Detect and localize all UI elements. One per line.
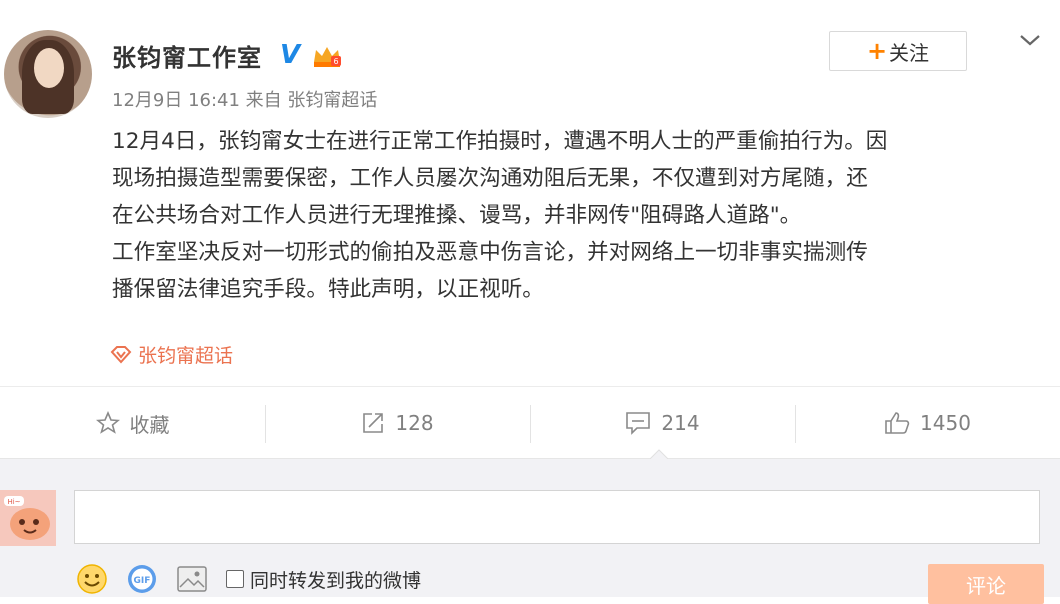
verified-icon: V: [280, 40, 301, 70]
forward-to-weibo-checkbox[interactable]: 同时转发到我的微博: [226, 566, 421, 593]
supertopic-icon: [110, 345, 132, 363]
plus-icon: +: [866, 37, 888, 65]
content-line: 现场拍摄造型需要保密，工作人员屡次沟通劝阻后无果，不仅遭到对方尾随，还: [112, 166, 868, 191]
emoji-icon[interactable]: [76, 563, 108, 595]
comment-input[interactable]: [74, 490, 1040, 544]
topic-link[interactable]: 张钧甯超话: [110, 341, 233, 368]
action-bar: 收藏 128 214 1450: [0, 387, 1060, 459]
author-name[interactable]: 张钧甯工作室: [112, 38, 262, 73]
thumbs-up-icon: [885, 412, 910, 434]
vip-crown-icon: 6: [314, 47, 341, 67]
favorite-label: 收藏: [129, 412, 170, 437]
submit-comment-button[interactable]: 评论: [928, 564, 1044, 604]
forward-checkbox-label: 同时转发到我的微博: [250, 569, 422, 592]
star-icon: [95, 411, 120, 434]
forward-count: 128: [395, 411, 434, 435]
svg-text:GIF: GIF: [134, 576, 151, 586]
like-button[interactable]: 1450: [795, 387, 1060, 459]
checkbox-box[interactable]: [226, 570, 244, 588]
content-line: 12月4日，张钧甯女士在进行正常工作拍摄时，遭遇不明人士的严重偷拍行为。因: [112, 129, 888, 154]
composer-tools: GIF 同时转发到我的微博: [76, 563, 421, 595]
forward-button[interactable]: 128: [265, 387, 530, 459]
like-count: 1450: [920, 411, 971, 435]
svg-text:6: 6: [333, 57, 338, 66]
content-line: 工作室坚决反对一切形式的偷拍及恶意中伤言论，并对网络上一切非事实揣测传: [112, 240, 868, 265]
image-icon[interactable]: [176, 565, 208, 593]
follow-button[interactable]: + 关注: [829, 31, 967, 71]
my-avatar[interactable]: Hi~: [0, 490, 56, 546]
chevron-down-icon[interactable]: [1018, 30, 1042, 50]
share-icon: [363, 413, 384, 433]
caret-pointer: [650, 449, 668, 459]
post-content: 12月4日，张钧甯女士在进行正常工作拍摄时，遭遇不明人士的严重偷拍行为。因 现场…: [112, 123, 1052, 308]
post-meta: 12月9日 16:41 来自 张钧甯超话: [112, 90, 378, 111]
content-line: 播保留法律追究手段。特此声明，以正视听。: [112, 277, 544, 302]
favorite-button[interactable]: 收藏: [0, 387, 265, 459]
gif-icon[interactable]: GIF: [126, 563, 158, 595]
topic-label: 张钧甯超话: [138, 345, 234, 367]
follow-label: 关注: [889, 40, 930, 65]
author-avatar[interactable]: [4, 30, 92, 118]
comment-count: 214: [661, 411, 700, 435]
content-line: 在公共场合对工作人员进行无理推搡、谩骂，并非网传"阻碍路人道路"。: [112, 203, 802, 228]
comment-icon: [626, 412, 651, 435]
svg-text:Hi~: Hi~: [7, 498, 20, 506]
